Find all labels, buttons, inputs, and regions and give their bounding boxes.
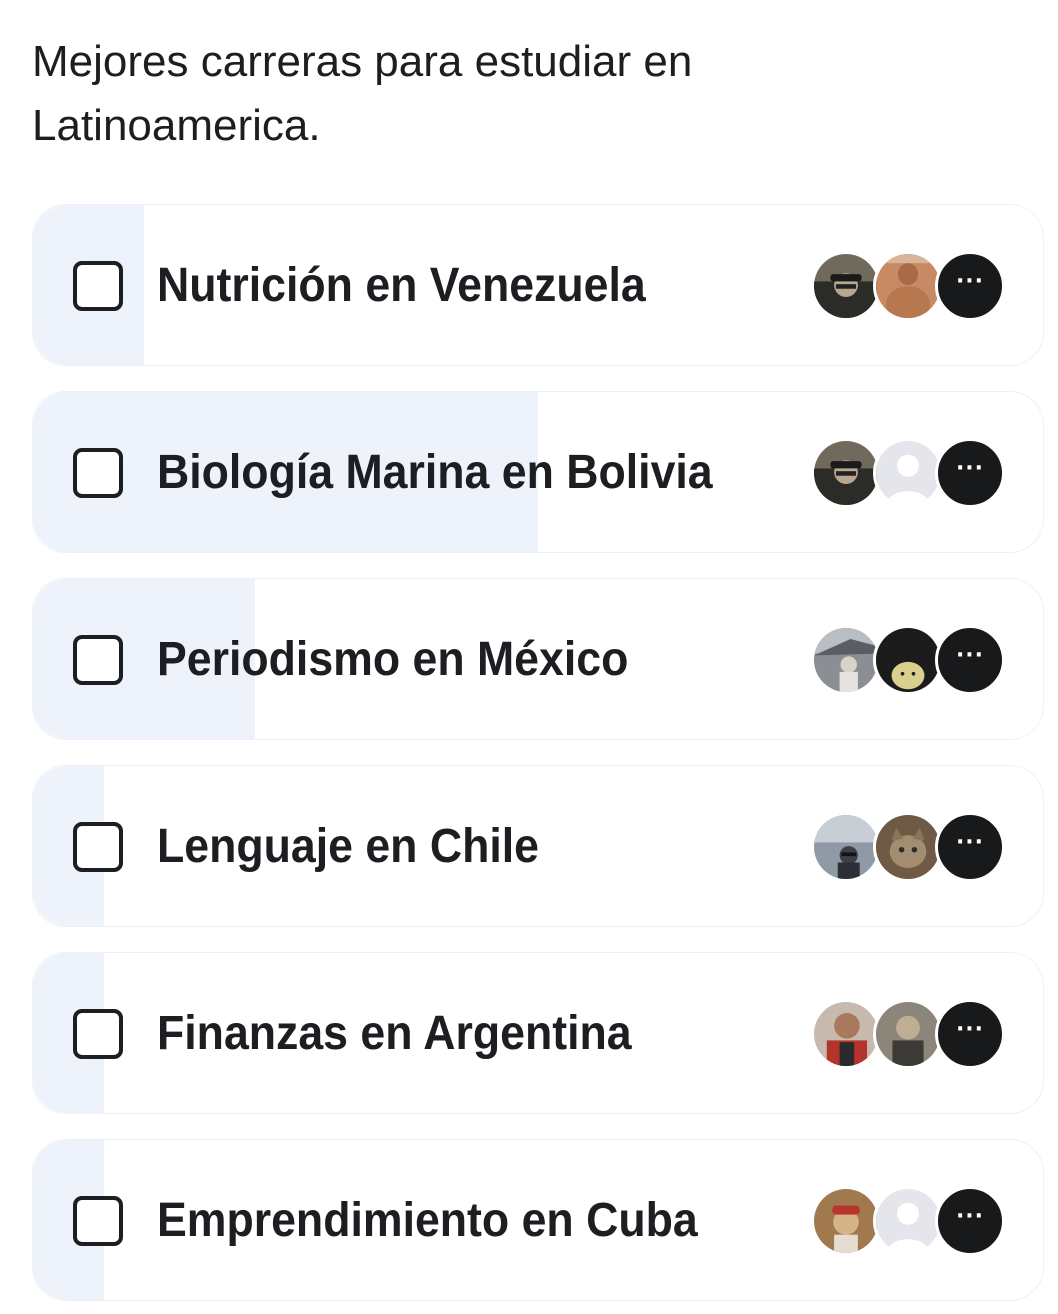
photo-avatar-duck (873, 625, 943, 695)
voter-avatars[interactable]: ··· (811, 251, 1011, 321)
option-label: Lenguaje en Chile (157, 820, 539, 873)
more-voters-icon: ··· (935, 438, 1005, 508)
option-checkbox[interactable] (73, 822, 123, 872)
photo-avatar-outdoor (811, 625, 881, 695)
option-checkbox[interactable] (73, 635, 123, 685)
option-label: Emprendimiento en Cuba (157, 1194, 698, 1247)
voter-avatars[interactable]: ··· (811, 999, 1011, 1069)
photo-avatar-red-cap (811, 1186, 881, 1256)
default-profile-avatar (873, 438, 943, 508)
more-voters-icon: ··· (935, 1186, 1005, 1256)
photo-avatar-man (873, 999, 943, 1069)
more-voters-icon: ··· (935, 251, 1005, 321)
poll-question: Mejores carreras para estudiar en Latino… (32, 37, 693, 150)
poll-option[interactable]: Biología Marina en Bolivia ··· (32, 391, 1044, 553)
photo-avatar-man-cap (811, 438, 881, 508)
poll-card: Mejores carreras para estudiar en Latino… (0, 0, 1058, 1314)
photo-avatar-man-cap (811, 251, 881, 321)
more-voters-label: ··· (955, 830, 985, 855)
option-label: Biología Marina en Bolivia (157, 446, 713, 499)
option-label: Finanzas en Argentina (157, 1007, 632, 1060)
more-voters-label: ··· (955, 269, 985, 294)
voter-avatars[interactable]: ··· (811, 438, 1011, 508)
poll-option[interactable]: Emprendimiento en Cuba ··· (32, 1139, 1044, 1301)
option-checkbox[interactable] (73, 1196, 123, 1246)
more-voters-icon: ··· (935, 812, 1005, 882)
photo-avatar-cat (873, 812, 943, 882)
option-checkbox[interactable] (73, 448, 123, 498)
default-profile-avatar (873, 1186, 943, 1256)
more-voters-label: ··· (955, 1204, 985, 1229)
more-voters-label: ··· (955, 643, 985, 668)
option-checkbox[interactable] (73, 1009, 123, 1059)
photo-avatar-red-shirt (811, 999, 881, 1069)
poll-option[interactable]: Nutrición en Venezuela ··· (32, 204, 1044, 366)
photo-avatar-shirtless (873, 251, 943, 321)
photo-avatar-car-selfie (811, 812, 881, 882)
option-label: Periodismo en México (157, 633, 629, 686)
more-voters-label: ··· (955, 1017, 985, 1042)
more-voters-icon: ··· (935, 999, 1005, 1069)
voter-avatars[interactable]: ··· (811, 812, 1011, 882)
voter-avatars[interactable]: ··· (811, 625, 1011, 695)
option-label: Nutrición en Venezuela (157, 259, 646, 312)
voter-avatars[interactable]: ··· (811, 1186, 1011, 1256)
option-checkbox[interactable] (73, 261, 123, 311)
poll-option[interactable]: Finanzas en Argentina ··· (32, 952, 1044, 1114)
poll-option[interactable]: Periodismo en México ··· (32, 578, 1044, 740)
more-voters-icon: ··· (935, 625, 1005, 695)
more-voters-label: ··· (955, 456, 985, 481)
poll-option[interactable]: Lenguaje en Chile ··· (32, 765, 1044, 927)
